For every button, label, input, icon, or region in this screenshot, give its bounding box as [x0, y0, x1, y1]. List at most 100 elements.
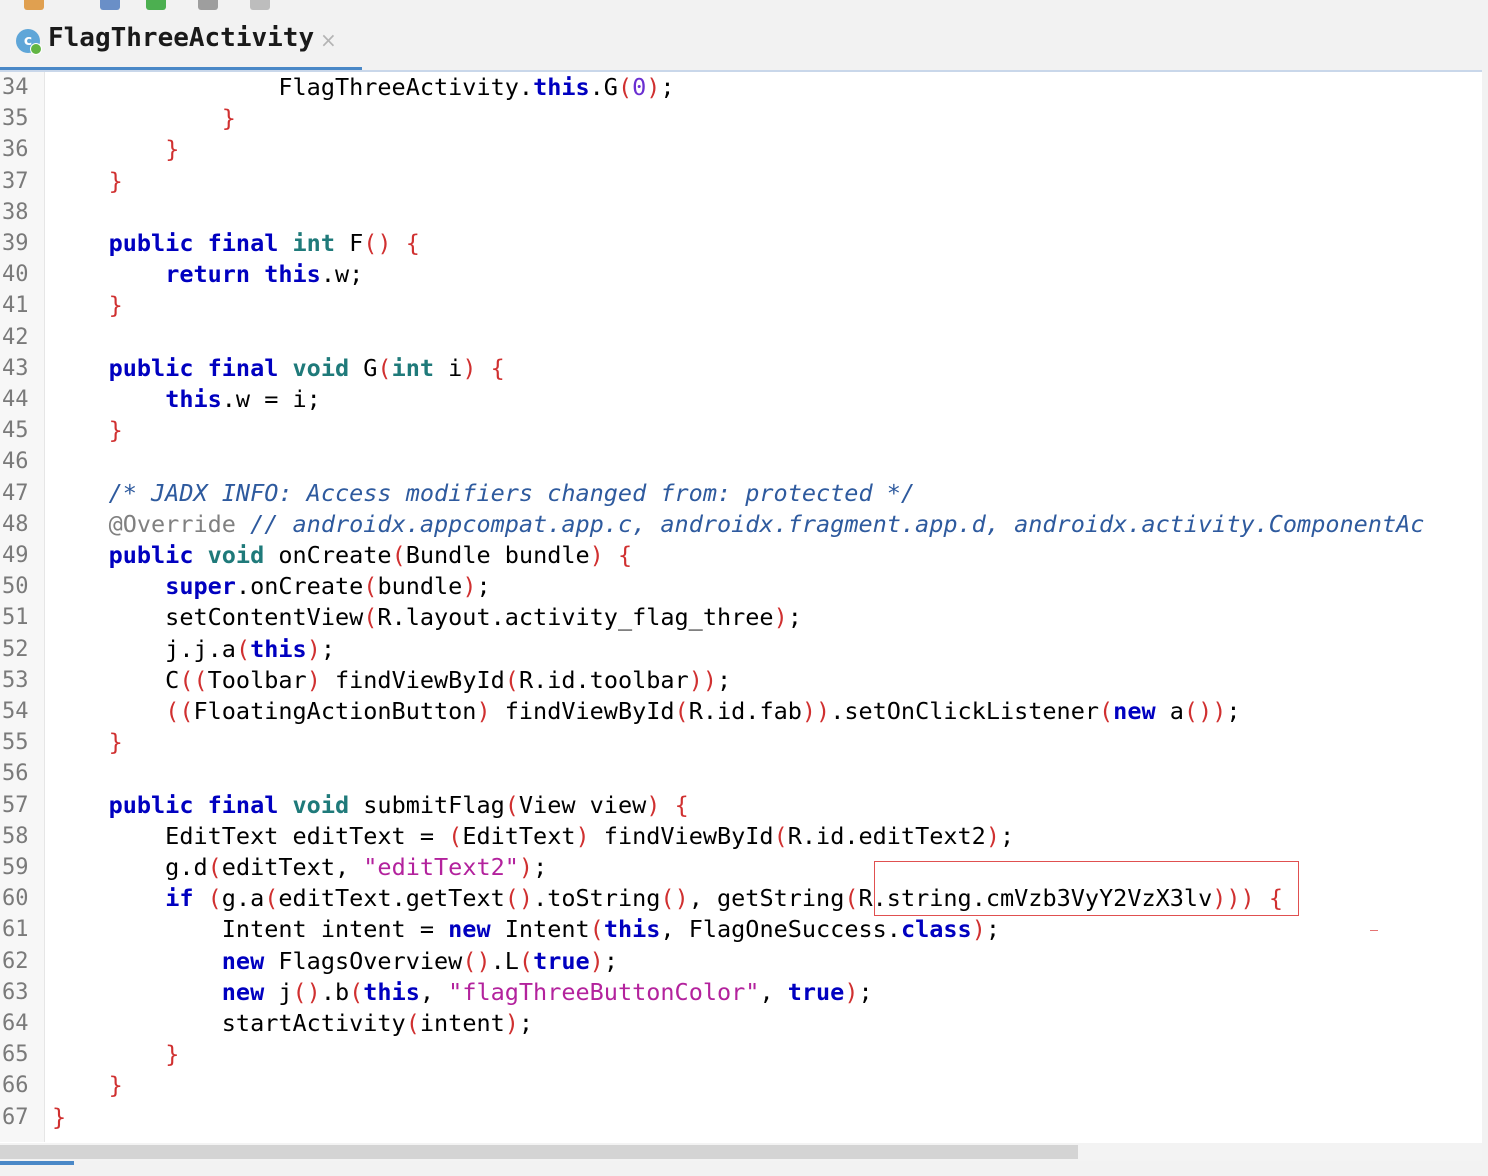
code-text: /* JADX INFO: Access modifiers changed f…: [108, 478, 916, 507]
code-text: ((FloatingActionButton) findViewById(R.i…: [165, 697, 1241, 725]
code-line[interactable]: 64 startActivity(intent);: [0, 1008, 1482, 1039]
code-line[interactable]: 42: [0, 322, 1482, 353]
line-number: 63: [2, 979, 29, 1005]
build-icon[interactable]: [24, 0, 44, 10]
code-text: super.onCreate(bundle);: [165, 572, 491, 601]
line-number: 39: [2, 231, 29, 256]
code-text: return this.w;: [165, 260, 364, 289]
code-line[interactable]: 47 /* JADX INFO: Access modifiers change…: [0, 478, 1482, 509]
code-line[interactable]: 46: [0, 446, 1482, 477]
annotation-mark: [1370, 930, 1378, 931]
line-number: 40: [2, 262, 29, 288]
code-text: new j().b(this, "flagThreeButtonColor", …: [221, 977, 873, 1006]
line-number: 44: [2, 387, 29, 412]
code-line[interactable]: 39 public final int F() {: [0, 228, 1482, 259]
code-text: Intent intent = new Intent(this, FlagOne…: [52, 915, 1000, 944]
code-text: if (g.a(editText.getText().toString(), g…: [165, 884, 1283, 913]
code-line[interactable]: 48 @Override // androidx.appcompat.app.c…: [0, 509, 1482, 540]
main-toolbar: [0, 0, 1488, 12]
code-text: public final void submitFlag(View view) …: [108, 790, 689, 819]
line-number: 46: [2, 449, 29, 475]
tab-title: FlagThreeActivity: [48, 23, 315, 53]
code-line[interactable]: 67}: [0, 1102, 1482, 1133]
code-line[interactable]: 37 }: [0, 166, 1482, 197]
bottom-tool-strip: [0, 1161, 1488, 1176]
code-line[interactable]: 54 ((FloatingActionButton) findViewById(…: [0, 696, 1482, 727]
line-number: 54: [2, 699, 29, 724]
line-number: 62: [2, 948, 29, 974]
line-number: 51: [2, 605, 29, 631]
code-text: this.w = i;: [165, 385, 321, 413]
code-line[interactable]: 53 C((Toolbar) findViewById(R.id.toolbar…: [0, 665, 1482, 696]
close-icon[interactable]: ×: [320, 28, 337, 52]
code-line[interactable]: 49 public void onCreate(Bundle bundle) {: [0, 540, 1482, 571]
line-number: 60: [2, 886, 29, 912]
tab-flagthreeactivity[interactable]: c FlagThreeActivity ×: [0, 12, 362, 70]
code-text: }: [108, 291, 123, 320]
code-line[interactable]: 55 }: [0, 727, 1482, 758]
line-number: 61: [2, 917, 29, 943]
code-line[interactable]: 62 new FlagsOverview().L(true);: [0, 946, 1482, 977]
code-text: C((Toolbar) findViewById(R.id.toolbar));: [52, 665, 732, 694]
menu-icon[interactable]: [198, 0, 218, 10]
line-number: 66: [2, 1073, 29, 1099]
code-line[interactable]: 59 g.d(editText, "editText2");: [0, 852, 1482, 883]
sync-icon[interactable]: [146, 0, 166, 10]
editor-tab-bar: c FlagThreeActivity ×: [0, 12, 1482, 72]
code-line[interactable]: 57 public final void submitFlag(View vie…: [0, 790, 1482, 821]
code-text: EditText editText = (EditText) findViewB…: [52, 821, 1015, 850]
line-number: 34: [2, 75, 29, 100]
code-line[interactable]: 40 return this.w;: [0, 259, 1482, 290]
code-line[interactable]: 38: [0, 197, 1482, 228]
line-number: 58: [2, 823, 29, 849]
code-line[interactable]: 35 }: [0, 103, 1482, 134]
code-line[interactable]: 66 }: [0, 1070, 1482, 1101]
line-number: 45: [2, 418, 29, 444]
horizontal-scrollbar[interactable]: [0, 1143, 1482, 1161]
code-text: j.j.a(this);: [52, 634, 335, 663]
code-line[interactable]: 43 public final void G(int i) {: [0, 353, 1482, 384]
code-line[interactable]: 44 this.w = i;: [0, 384, 1482, 415]
code-line[interactable]: 60 if (g.a(editText.getText().toString()…: [0, 883, 1482, 914]
code-line[interactable]: 41 }: [0, 290, 1482, 321]
code-line[interactable]: 56: [0, 758, 1482, 789]
code-line[interactable]: 61 Intent intent = new Intent(this, Flag…: [0, 914, 1482, 945]
code-text: public final void G(int i) {: [108, 353, 505, 382]
code-text: }: [52, 1102, 67, 1131]
code-text: FlagThreeActivity.this.G(0);: [278, 73, 675, 101]
code-line[interactable]: 34 FlagThreeActivity.this.G(0);: [0, 72, 1482, 103]
line-number: 38: [2, 199, 29, 225]
code-editor[interactable]: 34 FlagThreeActivity.this.G(0); 35 } 36 } 3…: [0, 72, 1482, 1142]
code-line[interactable]: 58 EditText editText = (EditText) findVi…: [0, 821, 1482, 852]
code-text: startActivity(intent);: [52, 1009, 534, 1037]
line-number: 64: [2, 1011, 29, 1036]
line-number: 56: [2, 761, 29, 787]
code-line[interactable]: 36 }: [0, 134, 1482, 165]
dropdown-icon[interactable]: [250, 0, 270, 10]
line-number: 42: [2, 324, 29, 350]
line-number: 48: [2, 511, 29, 537]
line-number: 65: [2, 1042, 29, 1068]
code-line[interactable]: 45 }: [0, 415, 1482, 446]
code-text: public void onCreate(Bundle bundle) {: [108, 541, 633, 569]
code-text: new FlagsOverview().L(true);: [221, 946, 618, 975]
scrollbar-thumb[interactable]: [0, 1145, 1078, 1159]
class-icon-badge: [30, 43, 42, 55]
code-text: }: [108, 1071, 123, 1100]
code-text: public final int F() {: [108, 229, 420, 257]
line-number: 53: [2, 667, 29, 693]
line-number: 36: [2, 137, 29, 163]
code-line[interactable]: 51 setContentView(R.layout.activity_flag…: [0, 602, 1482, 633]
line-number: 57: [2, 792, 29, 818]
code-line[interactable]: 63 new j().b(this, "flagThreeButtonColor…: [0, 977, 1482, 1008]
code-line[interactable]: 50 super.onCreate(bundle);: [0, 571, 1482, 602]
line-number: 50: [2, 574, 29, 600]
code-line[interactable]: 52 j.j.a(this);: [0, 634, 1482, 665]
line-number: 52: [2, 636, 29, 662]
code-line[interactable]: 65 }: [0, 1039, 1482, 1070]
search-icon[interactable]: [100, 0, 120, 10]
right-edge: [1482, 0, 1488, 1176]
active-tool-indicator: [0, 1161, 74, 1165]
code-text: }: [165, 135, 180, 164]
code-text: }: [165, 1040, 180, 1069]
